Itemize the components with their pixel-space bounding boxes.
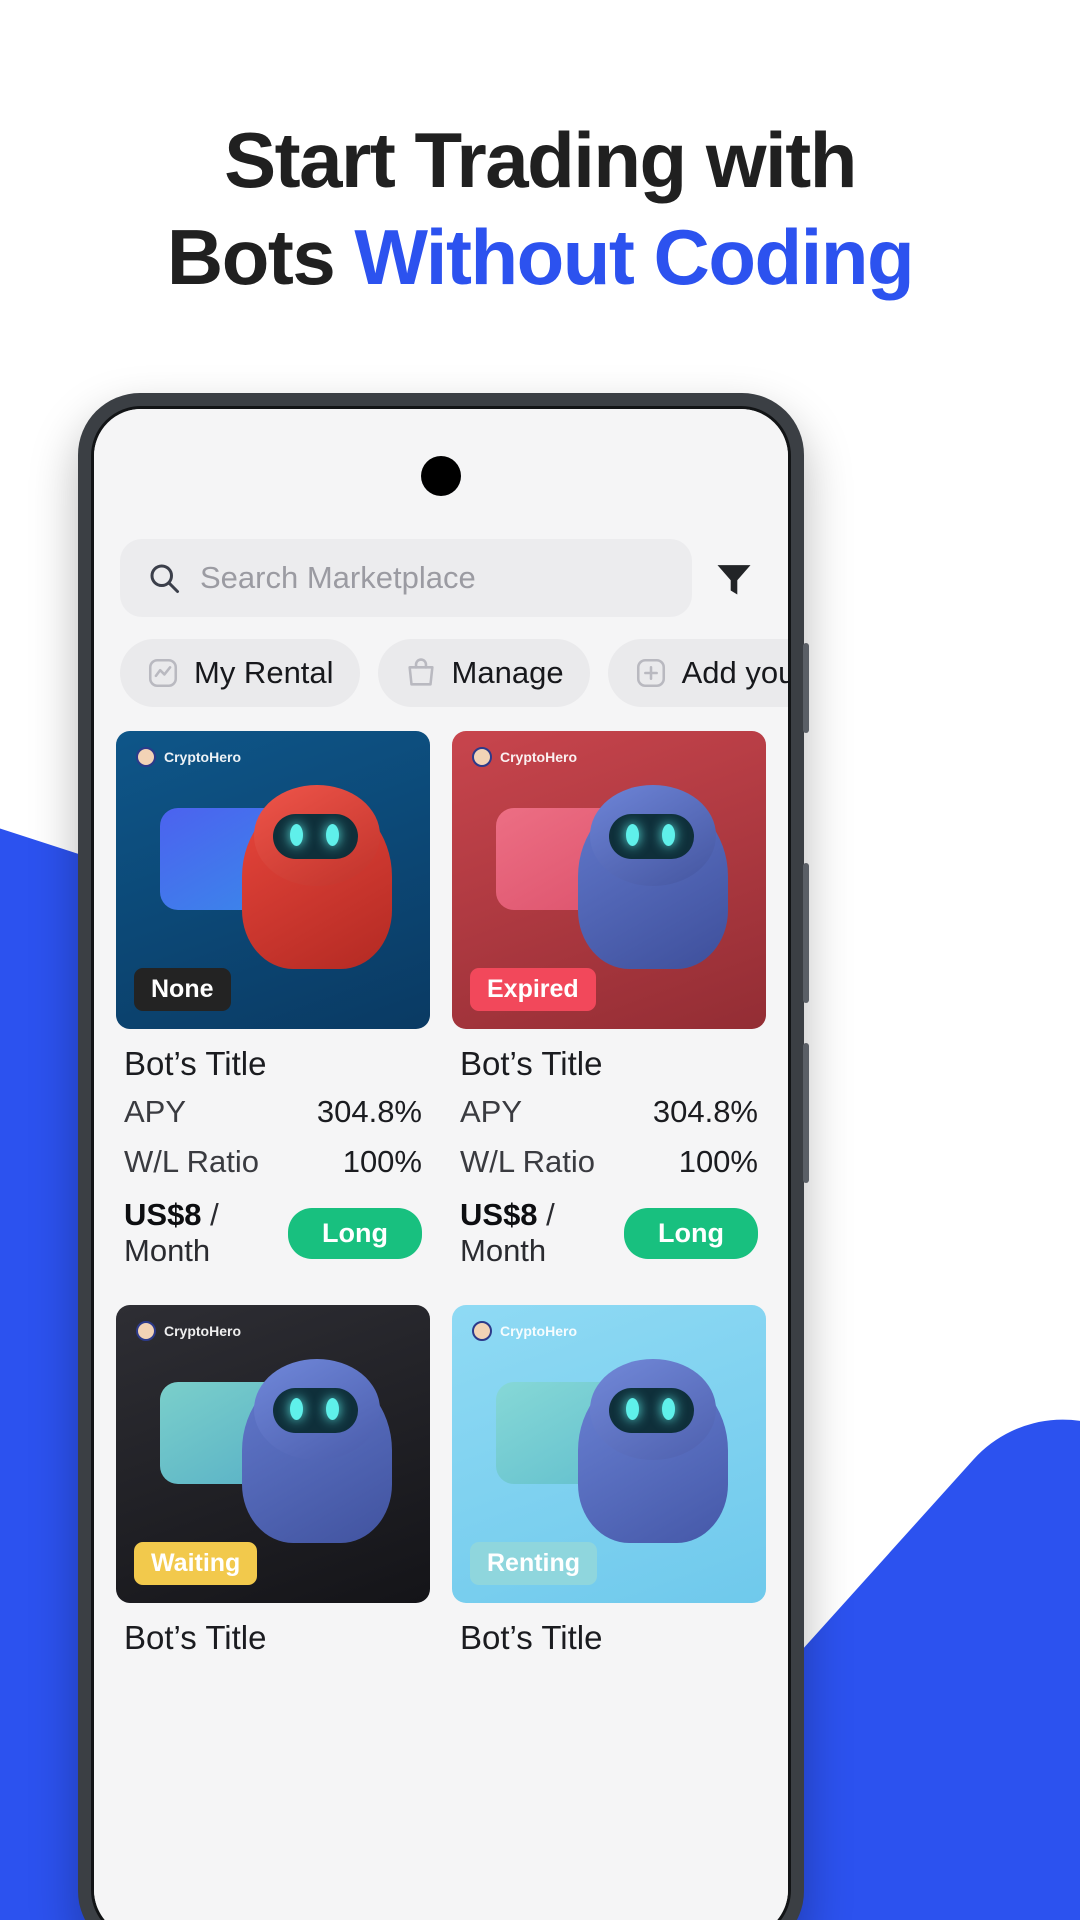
stat-wl-ratio: W/L Ratio 100% [452, 1137, 766, 1187]
bot-card[interactable]: CryptoHero Expired Bot’s Title APY 304.8… [452, 731, 766, 1283]
cryptohero-logo-icon [136, 747, 156, 767]
robot-eye-art [625, 824, 639, 847]
camera-punch-hole [421, 456, 461, 496]
chip-add-your-bot[interactable]: Add your bot [607, 639, 788, 707]
shopping-bag-icon [404, 656, 438, 690]
robot-visor-art [609, 814, 694, 860]
stat-value: 304.8% [652, 1094, 758, 1129]
phone-button-low [803, 1043, 809, 1183]
stat-label: W/L Ratio [124, 1144, 259, 1179]
status-badge: Expired [470, 968, 596, 1011]
headline-line-1: Start Trading with [224, 116, 857, 204]
status-badge: None [134, 968, 231, 1011]
bot-title: Bot’s Title [124, 1045, 267, 1082]
robot-visor-art [273, 814, 358, 860]
filter-funnel-icon[interactable] [706, 556, 762, 600]
robot-eye-art [625, 1398, 639, 1421]
promo-screenshot: Start Trading with Bots Without Coding S… [0, 0, 1080, 1920]
stat-apy: APY 304.8% [452, 1087, 766, 1137]
phone-mockup: Search Marketplace My Rental Manage Add … [78, 393, 809, 1920]
chip-label: Add your bot [681, 655, 788, 690]
chip-my-rental[interactable]: My Rental [120, 639, 360, 707]
watermark-label: CryptoHero [164, 749, 242, 765]
position-side-badge: Long [288, 1207, 422, 1259]
watermark-label: CryptoHero [500, 749, 578, 765]
price-row: US$8 / Month Long [452, 1187, 766, 1283]
headline-accent: Without Coding [354, 212, 914, 301]
stat-apy: APY 304.8% [116, 1087, 430, 1137]
bot-artwork: CryptoHero Renting [452, 1305, 766, 1603]
cryptohero-watermark: CryptoHero [472, 747, 577, 767]
search-input[interactable]: Search Marketplace [120, 539, 692, 617]
page-title: Start Trading with Bots Without Coding [0, 112, 1080, 305]
search-row: Search Marketplace [94, 527, 788, 617]
app-screen: Search Marketplace My Rental Manage Add … [94, 409, 788, 1920]
bot-artwork: CryptoHero None [116, 731, 430, 1029]
filter-chip-row: My Rental Manage Add yo [94, 617, 788, 707]
phone-button-top [803, 643, 809, 733]
phone-screen-frame: Search Marketplace My Rental Manage Add … [91, 406, 791, 1920]
price-amount: US$8 [124, 1197, 202, 1232]
bot-artwork: CryptoHero Expired [452, 731, 766, 1029]
bot-artwork: CryptoHero Waiting [116, 1305, 430, 1603]
stat-wl-ratio: W/L Ratio 100% [116, 1137, 430, 1187]
status-badge: Renting [470, 1542, 598, 1585]
robot-eye-art [289, 824, 303, 847]
watermark-label: CryptoHero [500, 1323, 578, 1339]
search-placeholder: Search Marketplace [200, 560, 476, 595]
robot-eye-art [289, 1398, 303, 1421]
bot-card[interactable]: CryptoHero Renting Bot’s Title [452, 1305, 766, 1661]
bot-card-grid: CryptoHero None Bot’s Title APY 304.8% W… [94, 707, 788, 1661]
status-badge: Waiting [134, 1542, 258, 1585]
position-side-badge: Long [624, 1207, 758, 1259]
bot-title: Bot’s Title [124, 1619, 267, 1656]
cryptohero-logo-icon [472, 1321, 492, 1341]
chip-label: Manage [451, 655, 564, 690]
stat-value: 100% [678, 1144, 758, 1179]
headline-plain: Bots [166, 212, 355, 301]
phone-button-mid [803, 863, 809, 1003]
robot-eye-art [661, 824, 675, 847]
stat-label: W/L Ratio [460, 1144, 595, 1179]
bot-title: Bot’s Title [460, 1045, 603, 1082]
price-text: US$8 / Month [460, 1197, 624, 1269]
watermark-label: CryptoHero [164, 1323, 242, 1339]
stat-value: 304.8% [316, 1094, 422, 1129]
chip-manage[interactable]: Manage [377, 639, 590, 707]
robot-eye-art [661, 1398, 675, 1421]
cryptohero-logo-icon [136, 1321, 156, 1341]
cryptohero-logo-icon [472, 747, 492, 767]
bot-card[interactable]: CryptoHero Waiting Bot’s Title [116, 1305, 430, 1661]
cryptohero-watermark: CryptoHero [136, 1321, 241, 1341]
headline-line-2: Bots Without Coding [0, 209, 1080, 306]
robot-eye-art [325, 1398, 339, 1421]
stat-label: APY [460, 1094, 523, 1129]
bot-card[interactable]: CryptoHero None Bot’s Title APY 304.8% W… [116, 731, 430, 1283]
price-amount: US$8 [460, 1197, 538, 1232]
search-icon [146, 560, 182, 596]
robot-visor-art [609, 1388, 694, 1434]
stat-value: 100% [342, 1144, 422, 1179]
cryptohero-watermark: CryptoHero [136, 747, 241, 767]
chip-label: My Rental [194, 655, 334, 690]
robot-eye-art [325, 824, 339, 847]
cryptohero-watermark: CryptoHero [472, 1321, 577, 1341]
chart-line-icon [146, 656, 180, 690]
plus-square-icon [634, 656, 668, 690]
price-text: US$8 / Month [124, 1197, 288, 1269]
robot-visor-art [273, 1388, 358, 1434]
price-row: US$8 / Month Long [116, 1187, 430, 1283]
stat-label: APY [124, 1094, 187, 1129]
bot-title: Bot’s Title [460, 1619, 603, 1656]
